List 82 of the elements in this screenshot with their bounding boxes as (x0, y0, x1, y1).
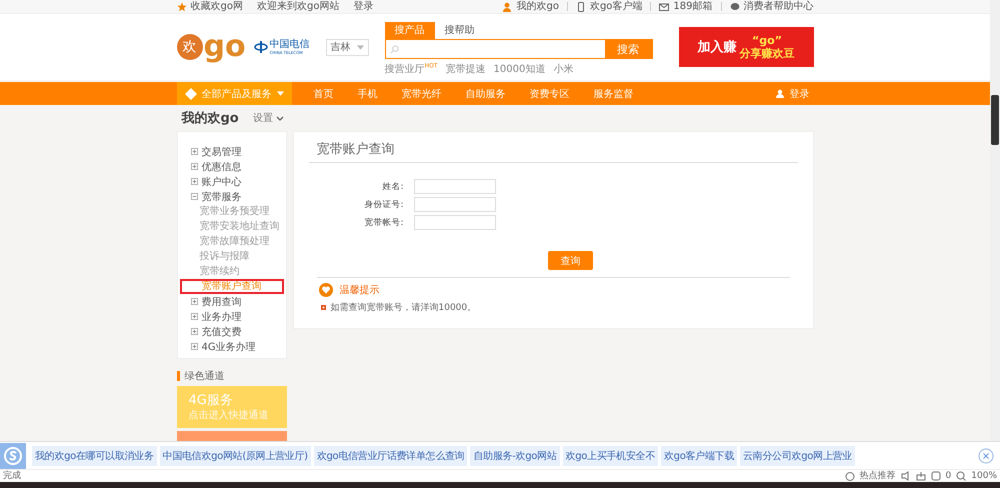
status-hot[interactable]: 热点推荐 (860, 470, 896, 482)
logo-mark: 欢 (176, 34, 202, 60)
suggestion-chip[interactable]: 云南分公司欢go网上营业 (740, 446, 855, 466)
browser-logo-icon[interactable] (0, 442, 26, 469)
sidebar-subitem[interactable]: 宽带续约 (178, 264, 286, 279)
chevron-icon (276, 116, 284, 120)
tip-text: 如需查询宽带账号，请洋询10000。 (330, 302, 476, 314)
suggestion-chip[interactable]: 中国电信欢go网站(原网上营业厅) (160, 446, 311, 466)
status-text: 完成 (3, 470, 21, 482)
zoom-level[interactable]: 100% (971, 470, 997, 482)
sidebar-item[interactable]: 4G业务办理 (178, 339, 286, 354)
nav-link[interactable]: 服务监督 (594, 82, 634, 105)
sidebar-item[interactable]: 充值交费 (178, 324, 286, 339)
zoom-icon (956, 471, 966, 482)
suggestion-chip[interactable]: 欢go上买手机安全不 (562, 446, 658, 466)
top-link[interactable]: 欢迎来到欢go网站 (256, 0, 340, 12)
hot-link[interactable]: 10000知道 (494, 62, 546, 76)
sidebar-item[interactable]: 费用查询 (178, 294, 286, 309)
page-heading: 我的欢go (182, 110, 239, 127)
region-select[interactable]: 吉林 (326, 38, 369, 56)
sidebar-subitem[interactable]: 宽带故障预处理 (178, 234, 286, 249)
sidebar-item[interactable]: 交易管理 (178, 144, 286, 159)
field-label: 姓名: (382, 180, 404, 192)
top-link[interactable]: 收藏欢go网 (190, 0, 243, 12)
caret-icon (276, 91, 284, 96)
sidebar-subitem[interactable]: 宽带安装地址查询 (178, 219, 286, 234)
star-icon (176, 2, 186, 12)
close-icon[interactable] (978, 448, 994, 464)
query-button[interactable]: 查询 (548, 251, 593, 270)
chat-icon (730, 2, 740, 12)
field-label: 身份证号: (364, 198, 404, 210)
nav-link[interactable]: 首页 (314, 82, 334, 105)
hot-link[interactable]: 宽带提速 (446, 62, 486, 76)
suggestion-chip[interactable]: 自助服务-欢go网站 (470, 446, 560, 466)
top-link[interactable]: 189邮箱 (673, 0, 712, 12)
sidebar-subitem[interactable]: 宽带业务预受理 (178, 204, 286, 219)
field-label: 宽带帐号: (364, 216, 404, 228)
card-title: 4G服务 (188, 392, 234, 408)
phone-icon (576, 2, 586, 12)
search-tab[interactable]: 搜产品 (384, 22, 435, 39)
bullet-icon (320, 305, 326, 310)
top-link[interactable]: 欢go客户端 (590, 0, 642, 12)
hot-link[interactable]: 小米 (553, 62, 574, 76)
settings-menu[interactable]: 设置 (252, 111, 284, 125)
logo-word: go (204, 32, 246, 62)
suggestion-chip[interactable]: 欢go电信营业厅话费详单怎么查询 (314, 446, 468, 466)
diamond-icon (184, 88, 196, 100)
card-subtitle: 点击进入快捷通道 (188, 408, 270, 422)
user-icon (776, 88, 786, 98)
status-count: 0 (946, 470, 952, 482)
input-field[interactable] (414, 179, 496, 194)
speaker-icon (900, 471, 911, 482)
nav-link[interactable]: 宽带光纤 (402, 82, 442, 105)
nav-link[interactable]: 资费专区 (530, 82, 570, 105)
telecom-logo-icon (254, 40, 268, 54)
login-link[interactable]: 登录 (776, 82, 810, 105)
search-tab[interactable]: 搜帮助 (434, 22, 485, 39)
suggestion-chip[interactable]: 欢go客户端下载 (660, 446, 738, 466)
download-icon (916, 471, 926, 482)
top-link[interactable]: 登录 (353, 0, 374, 12)
mail-icon (659, 2, 670, 12)
section-title: 绿色通道 (184, 370, 224, 383)
input-field[interactable] (414, 197, 496, 212)
hot-link[interactable]: 搜营业厅$^{HOT}$ (384, 62, 438, 76)
sidebar-item[interactable]: 账户中心 (178, 174, 286, 189)
suggestion-chip[interactable]: 我的欢go在哪可以取消业务 (32, 446, 157, 466)
user-icon (502, 2, 512, 12)
scrollbar[interactable] (990, 0, 1000, 442)
tip-title: 温馨提示 (340, 284, 380, 297)
sidebar-item[interactable]: 宽带服务 (178, 189, 286, 204)
sidebar-item[interactable]: 优惠信息 (178, 159, 286, 174)
top-link[interactable]: 我的欢go (516, 0, 559, 12)
caret-icon (356, 44, 364, 50)
partner-name: 中国电信 (270, 39, 310, 50)
input-field[interactable] (414, 215, 496, 230)
top-link[interactable]: 消费者帮助中心 (744, 0, 814, 12)
nav-link[interactable]: 自助服务 (466, 82, 506, 105)
nav-link[interactable]: 手机 (358, 82, 378, 105)
sidebar-item[interactable]: 业务办理 (178, 309, 286, 324)
sidebar-subitem[interactable]: 投诉与报障 (178, 249, 286, 264)
panel-title: 宽带账户查询 (308, 132, 798, 163)
sidebar-subitem[interactable]: 宽带账户查询 (180, 279, 284, 294)
